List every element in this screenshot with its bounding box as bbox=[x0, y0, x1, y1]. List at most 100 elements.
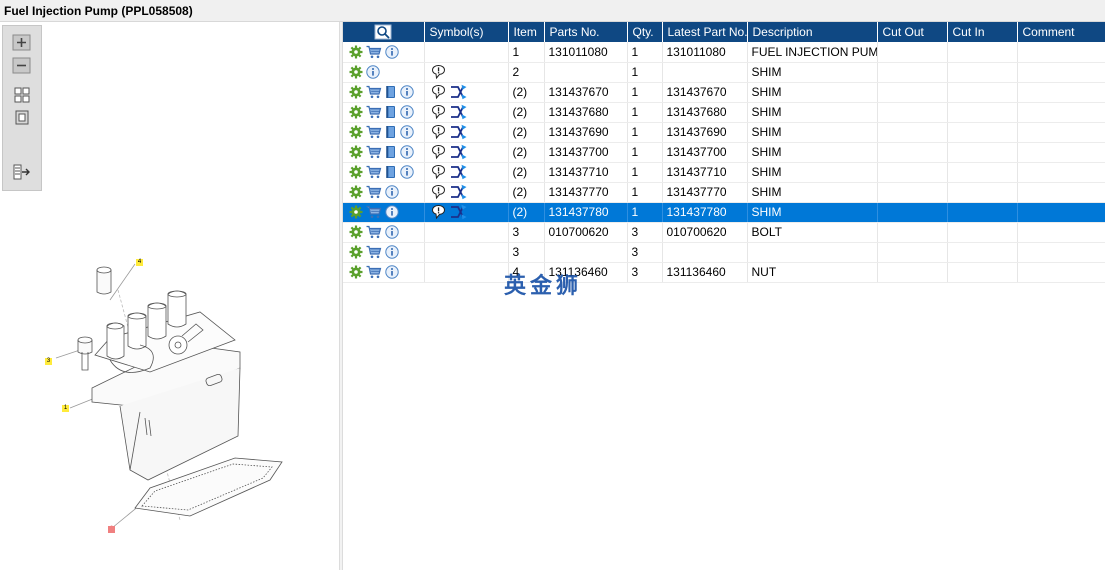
comment-icon[interactable] bbox=[431, 164, 447, 180]
table-row[interactable]: 4 131136460 3 131136460 NUT bbox=[343, 262, 1105, 283]
callout-2[interactable]: 2 bbox=[108, 526, 115, 533]
info-icon[interactable] bbox=[385, 245, 399, 259]
shopping-cart-icon[interactable] bbox=[366, 165, 382, 179]
fit-all-icon[interactable] bbox=[12, 86, 32, 104]
settings-icon[interactable] bbox=[349, 245, 363, 259]
column-header-item[interactable]: Item bbox=[508, 22, 545, 42]
table-row[interactable]: (2) 131437670 1 131437670 SHIM bbox=[343, 82, 1105, 103]
info-icon[interactable] bbox=[400, 165, 414, 179]
shopping-cart-icon[interactable] bbox=[366, 185, 382, 199]
table-row[interactable]: (2) 131437680 1 131437680 SHIM bbox=[343, 102, 1105, 123]
table-row[interactable]: 2 1 SHIM bbox=[343, 62, 1105, 83]
manual-icon[interactable] bbox=[385, 105, 397, 119]
cell-parts-no: 131437710 bbox=[544, 162, 628, 183]
table-row[interactable]: 1 131011080 1 131011080 FUEL INJECTION PUMP bbox=[343, 42, 1105, 63]
comment-icon[interactable] bbox=[431, 144, 447, 160]
table-row[interactable]: 33 bbox=[343, 242, 1105, 263]
column-header-cut-in[interactable]: Cut In bbox=[947, 22, 1018, 42]
info-icon[interactable] bbox=[400, 125, 414, 139]
shopping-cart-icon[interactable] bbox=[366, 225, 382, 239]
manual-icon[interactable] bbox=[385, 125, 397, 139]
callout-4[interactable]: 4 bbox=[136, 259, 143, 266]
settings-icon[interactable] bbox=[349, 185, 363, 199]
table-row[interactable]: (2) 131437710 1 131437710 SHIM bbox=[343, 162, 1105, 183]
settings-icon[interactable] bbox=[349, 205, 363, 219]
table-row[interactable]: (2) 131437770 1 131437770 SHIM bbox=[343, 182, 1105, 203]
column-header-parts-no[interactable]: Parts No. bbox=[544, 22, 628, 42]
settings-icon[interactable] bbox=[349, 125, 363, 139]
callout-1[interactable]: 1 bbox=[62, 405, 69, 412]
cell-cut-in bbox=[947, 62, 1018, 83]
cell-cut-in bbox=[947, 202, 1018, 223]
replacement-icon[interactable] bbox=[450, 184, 468, 200]
table-row[interactable]: 3 010700620 3 010700620 BOLT bbox=[343, 222, 1105, 243]
table-row[interactable]: (2) 131437690 1 131437690 SHIM bbox=[343, 122, 1105, 143]
info-icon[interactable] bbox=[400, 145, 414, 159]
column-header-tools[interactable] bbox=[343, 22, 425, 42]
cell-cut-out bbox=[877, 202, 948, 223]
column-header-symbols[interactable]: Symbol(s) bbox=[424, 22, 509, 42]
column-header-qty[interactable]: Qty. bbox=[627, 22, 663, 42]
table-row[interactable]: (2) 131437780 1 131437780 SHIM bbox=[343, 202, 1105, 223]
callout-3[interactable]: 3 bbox=[45, 358, 52, 365]
replacement-icon[interactable] bbox=[450, 124, 468, 140]
shopping-cart-icon[interactable] bbox=[366, 205, 382, 219]
info-icon[interactable] bbox=[385, 225, 399, 239]
info-icon[interactable] bbox=[385, 205, 399, 219]
comment-icon[interactable] bbox=[431, 184, 447, 200]
settings-icon[interactable] bbox=[349, 165, 363, 179]
shopping-cart-icon[interactable] bbox=[366, 45, 382, 59]
manual-icon[interactable] bbox=[385, 85, 397, 99]
settings-icon[interactable] bbox=[349, 265, 363, 279]
manual-icon[interactable] bbox=[385, 165, 397, 179]
cell-description: SHIM bbox=[747, 82, 878, 103]
shopping-cart-icon[interactable] bbox=[366, 105, 382, 119]
window-titlebar: Fuel Injection Pump (PPL058508) bbox=[0, 0, 1105, 22]
table-row[interactable]: (2) 131437700 1 131437700 SHIM bbox=[343, 142, 1105, 163]
replacement-icon[interactable] bbox=[450, 204, 468, 220]
cell-parts-no: 131437690 bbox=[544, 122, 628, 143]
replacement-icon[interactable] bbox=[450, 164, 468, 180]
comment-icon[interactable] bbox=[431, 104, 447, 120]
settings-icon[interactable] bbox=[349, 65, 363, 79]
cell-description: SHIM bbox=[747, 62, 878, 83]
replacement-icon[interactable] bbox=[450, 84, 468, 100]
shopping-cart-icon[interactable] bbox=[366, 145, 382, 159]
comment-icon[interactable] bbox=[431, 204, 447, 220]
replacement-icon[interactable] bbox=[450, 104, 468, 120]
cell-parts-no: 131437770 bbox=[544, 182, 628, 203]
shopping-cart-icon[interactable] bbox=[366, 265, 382, 279]
zoom-out-icon[interactable] bbox=[12, 57, 32, 75]
info-icon[interactable] bbox=[385, 265, 399, 279]
column-header-description[interactable]: Description bbox=[747, 22, 878, 42]
zoom-in-icon[interactable] bbox=[12, 34, 32, 52]
replacement-icon[interactable] bbox=[450, 144, 468, 160]
export-list-icon[interactable] bbox=[12, 163, 32, 181]
info-icon[interactable] bbox=[366, 65, 380, 79]
comment-icon[interactable] bbox=[431, 84, 447, 100]
cell-comment bbox=[1017, 182, 1105, 203]
column-header-cut-out[interactable]: Cut Out bbox=[877, 22, 948, 42]
shopping-cart-icon[interactable] bbox=[366, 245, 382, 259]
settings-icon[interactable] bbox=[349, 145, 363, 159]
settings-icon[interactable] bbox=[349, 105, 363, 119]
search-icon[interactable] bbox=[374, 24, 392, 40]
fit-window-icon[interactable] bbox=[12, 109, 32, 127]
settings-icon[interactable] bbox=[349, 85, 363, 99]
info-icon[interactable] bbox=[385, 45, 399, 59]
column-header-latest-part-no[interactable]: Latest Part No. bbox=[662, 22, 748, 42]
comment-icon[interactable] bbox=[431, 124, 447, 140]
info-icon[interactable] bbox=[385, 185, 399, 199]
info-icon[interactable] bbox=[400, 105, 414, 119]
settings-icon[interactable] bbox=[349, 225, 363, 239]
shopping-cart-icon[interactable] bbox=[366, 125, 382, 139]
manual-icon[interactable] bbox=[385, 145, 397, 159]
info-icon[interactable] bbox=[400, 85, 414, 99]
column-header-comment[interactable]: Comment bbox=[1017, 22, 1105, 42]
comment-icon[interactable] bbox=[431, 64, 447, 80]
row-action-icons bbox=[343, 262, 425, 283]
cell-cut-out bbox=[877, 122, 948, 143]
settings-icon[interactable] bbox=[349, 45, 363, 59]
cell-latest-part-no: 131437670 bbox=[662, 82, 748, 103]
shopping-cart-icon[interactable] bbox=[366, 85, 382, 99]
